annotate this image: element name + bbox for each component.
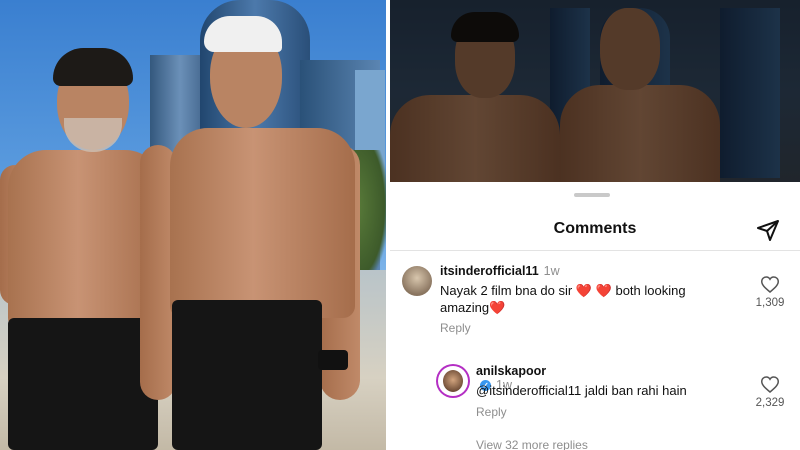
white-cap (204, 16, 282, 52)
sheet-title: Comments (553, 220, 637, 237)
drag-handle[interactable] (574, 193, 610, 197)
wristwatch (318, 350, 348, 370)
phone-screen: Comments itsinderofficial11 1w Nayak 2 fi… (390, 0, 800, 450)
like-button[interactable]: 1,309 (745, 276, 795, 309)
comment-text: Nayak 2 film bna do sir ❤️ ❤️ both looki… (440, 283, 686, 315)
comments-sheet: Comments itsinderofficial11 1w Nayak 2 fi… (390, 182, 800, 450)
like-count: 1,309 (755, 297, 785, 309)
reply-button[interactable]: Reply (440, 321, 471, 335)
send-icon[interactable] (756, 218, 780, 242)
avatar[interactable] (438, 366, 468, 396)
divider (390, 250, 800, 251)
heart-emoji: ❤️ (489, 300, 506, 315)
post-photo-dimmed[interactable] (390, 0, 800, 182)
heart-outline-icon[interactable] (761, 276, 779, 293)
comment-text: @itsinderofficial11 jaldi ban rahi hain (476, 383, 687, 398)
heart-emoji: ❤️ ❤️ (575, 283, 612, 298)
reply-button[interactable]: Reply (476, 405, 507, 419)
like-count: 2,329 (755, 397, 785, 409)
comment-username[interactable]: itsinderofficial11 1w (440, 264, 560, 278)
heart-outline-icon[interactable] (761, 376, 779, 393)
like-button[interactable]: 2,329 (745, 376, 795, 409)
view-more-replies[interactable]: View 32 more replies (476, 438, 588, 450)
comment-time: 1w (543, 264, 560, 278)
photo-left (0, 0, 386, 450)
avatar[interactable] (402, 266, 432, 296)
